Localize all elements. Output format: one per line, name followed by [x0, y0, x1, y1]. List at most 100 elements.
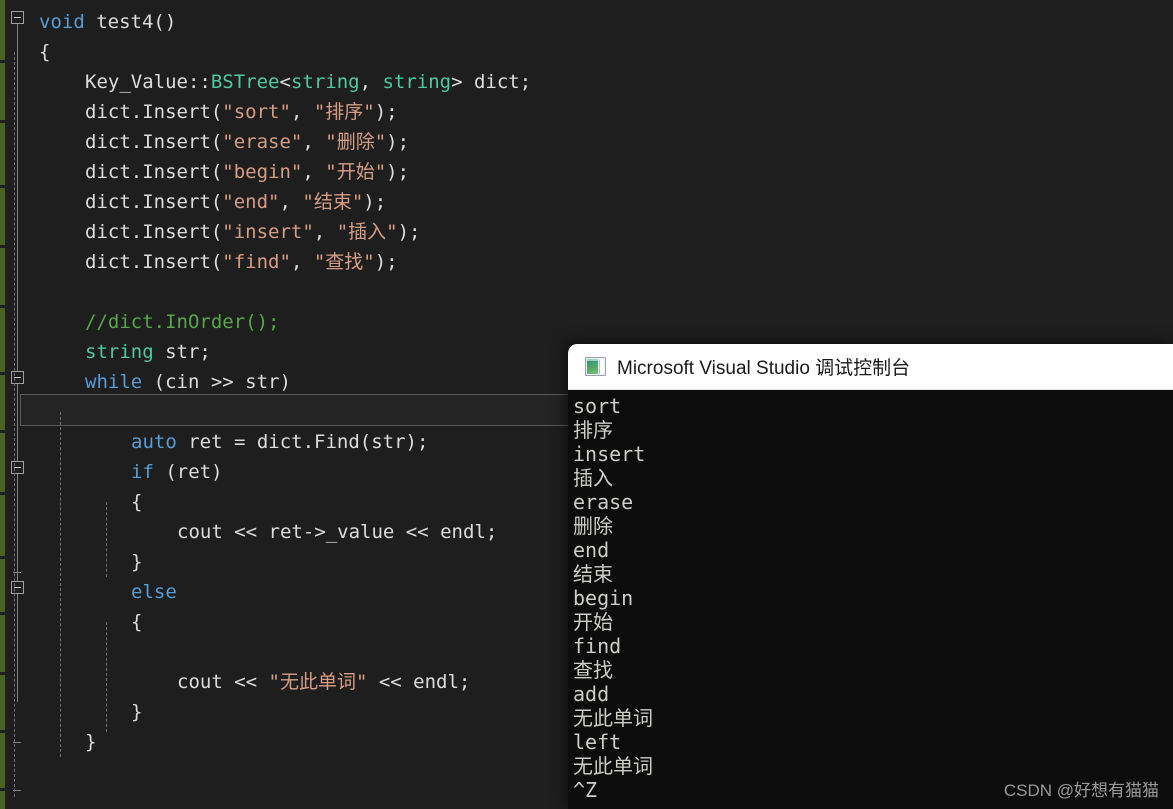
indent-guide — [106, 622, 107, 732]
code-token: ); — [363, 191, 387, 213]
change-bar-gap — [0, 185, 5, 188]
code-token: ); — [397, 221, 421, 243]
code-line[interactable]: cout << ret->_value << endl; — [177, 517, 497, 547]
console-output-line: 结束 — [573, 562, 613, 586]
code-line[interactable]: { — [131, 607, 142, 637]
console-output-area[interactable]: sort 排序 insert 插入 erase 删除 end 结束 begin 开始 find 查找 a… — [568, 390, 1173, 809]
console-output-line: erase — [573, 490, 634, 514]
console-output-line: left — [573, 730, 622, 754]
code-token: if — [131, 461, 154, 483]
code-line[interactable]: auto ret = dict.Find(str); — [131, 427, 428, 457]
code-line[interactable]: dict.Insert("begin", "开始"); — [85, 157, 409, 187]
code-token: "删除" — [325, 131, 387, 153]
code-line[interactable]: } — [131, 697, 142, 727]
code-token: , — [359, 71, 383, 93]
code-token: str; — [153, 341, 211, 363]
csdn-watermark: CSDN @好想有猫猫 — [1003, 781, 1159, 800]
console-titlebar[interactable]: Microsoft Visual Studio 调试控制台 — [568, 344, 1173, 390]
code-token: ); — [386, 131, 410, 153]
code-token: , — [290, 101, 314, 123]
code-line[interactable]: dict.Insert("end", "结束"); — [85, 187, 386, 217]
code-token: "开始" — [325, 161, 387, 183]
code-token: cout << — [177, 671, 269, 693]
code-token: "插入" — [336, 221, 398, 243]
console-output-line: sort — [573, 394, 622, 418]
collapse-minus-icon[interactable] — [11, 11, 24, 24]
collapse-minus-icon[interactable] — [11, 371, 24, 384]
console-output-line: 插入 — [573, 466, 613, 490]
code-token: test4() — [84, 11, 177, 33]
console-output-line: 无此单词 — [573, 754, 653, 778]
code-token: { — [131, 611, 143, 633]
console-output-line: 排序 — [573, 418, 613, 442]
console-output-line: 删除 — [573, 514, 613, 538]
code-token: { — [131, 491, 143, 513]
debug-console-window[interactable]: Microsoft Visual Studio 调试控制台 sort 排序 inse… — [568, 344, 1173, 809]
code-line[interactable]: dict.Insert("sort", "排序"); — [85, 97, 398, 127]
code-token: Key_Value:: — [85, 71, 211, 93]
code-token: cout << ret->_value << endl; — [177, 521, 498, 543]
code-line[interactable]: void test4() — [39, 7, 176, 37]
code-token: } — [131, 701, 143, 723]
change-bar-gap — [0, 430, 5, 433]
code-token: string — [382, 71, 452, 93]
change-bar-gap — [0, 305, 5, 308]
console-title-text: Microsoft Visual Studio 调试控制台 — [617, 358, 911, 379]
code-line[interactable]: { — [39, 37, 50, 67]
code-token: "end" — [222, 191, 280, 213]
code-token: "无此单词" — [268, 671, 368, 693]
console-output-line: 无此单词 — [573, 706, 653, 730]
console-output-line: insert — [573, 442, 646, 466]
console-output-line: 开始 — [573, 610, 613, 634]
code-token: } — [131, 551, 143, 573]
code-line[interactable]: cout << "无此单词" << endl; — [177, 667, 470, 697]
code-token: "begin" — [222, 161, 303, 183]
code-line[interactable]: } — [85, 727, 96, 757]
code-token: , — [313, 221, 337, 243]
collapse-minus-icon[interactable] — [11, 461, 24, 474]
code-line[interactable]: { — [131, 487, 142, 517]
code-token: BSTree — [210, 71, 280, 93]
console-output-line: 查找 — [573, 658, 613, 682]
code-token: dict.Insert( — [85, 251, 223, 273]
code-line[interactable]: else — [131, 577, 177, 607]
change-bar-gap — [0, 612, 5, 615]
change-bar-gap — [0, 245, 5, 248]
code-token: string — [290, 71, 360, 93]
code-token: "erase" — [222, 131, 303, 153]
code-line[interactable]: //dict.InOrder(); — [85, 307, 279, 337]
code-token: << endl; — [367, 671, 471, 693]
change-bar-gap — [0, 788, 5, 791]
code-token: ); — [374, 101, 398, 123]
code-line[interactable]: dict.Insert("find", "查找"); — [85, 247, 398, 277]
console-output-line: end — [573, 538, 610, 562]
code-line[interactable]: if (ret) — [131, 457, 223, 487]
code-token: ret = dict.Find(str); — [176, 431, 429, 453]
change-bar-gap — [0, 730, 5, 733]
change-bar-gap — [0, 120, 5, 123]
code-line[interactable]: dict.Insert("erase", "删除"); — [85, 127, 409, 157]
code-token: void — [39, 11, 85, 33]
code-token: "insert" — [222, 221, 314, 243]
code-token: dict.Insert( — [85, 131, 223, 153]
code-token: (ret) — [153, 461, 223, 483]
code-token: //dict.InOrder(); — [85, 311, 280, 333]
code-line[interactable]: string str; — [85, 337, 211, 367]
code-line[interactable]: dict.Insert("insert", "插入"); — [85, 217, 420, 247]
code-token: , — [302, 161, 326, 183]
code-token: dict.Insert( — [85, 101, 223, 123]
code-token: dict.Insert( — [85, 221, 223, 243]
code-token: ); — [374, 251, 398, 273]
code-line[interactable]: while (cin >> str) — [85, 367, 291, 397]
code-token: ); — [386, 161, 410, 183]
console-output-line: add — [573, 682, 610, 706]
indent-guide — [14, 52, 15, 797]
collapse-minus-icon[interactable] — [11, 581, 24, 594]
change-bar-gap — [0, 672, 5, 675]
code-line[interactable]: Key_Value::BSTree<string, string> dict; — [85, 67, 531, 97]
code-token: (cin >> str) — [142, 371, 291, 393]
code-token: string — [85, 341, 154, 363]
code-token: dict.Insert( — [85, 191, 223, 213]
console-output-line: find — [573, 634, 622, 658]
code-line[interactable]: } — [131, 547, 142, 577]
